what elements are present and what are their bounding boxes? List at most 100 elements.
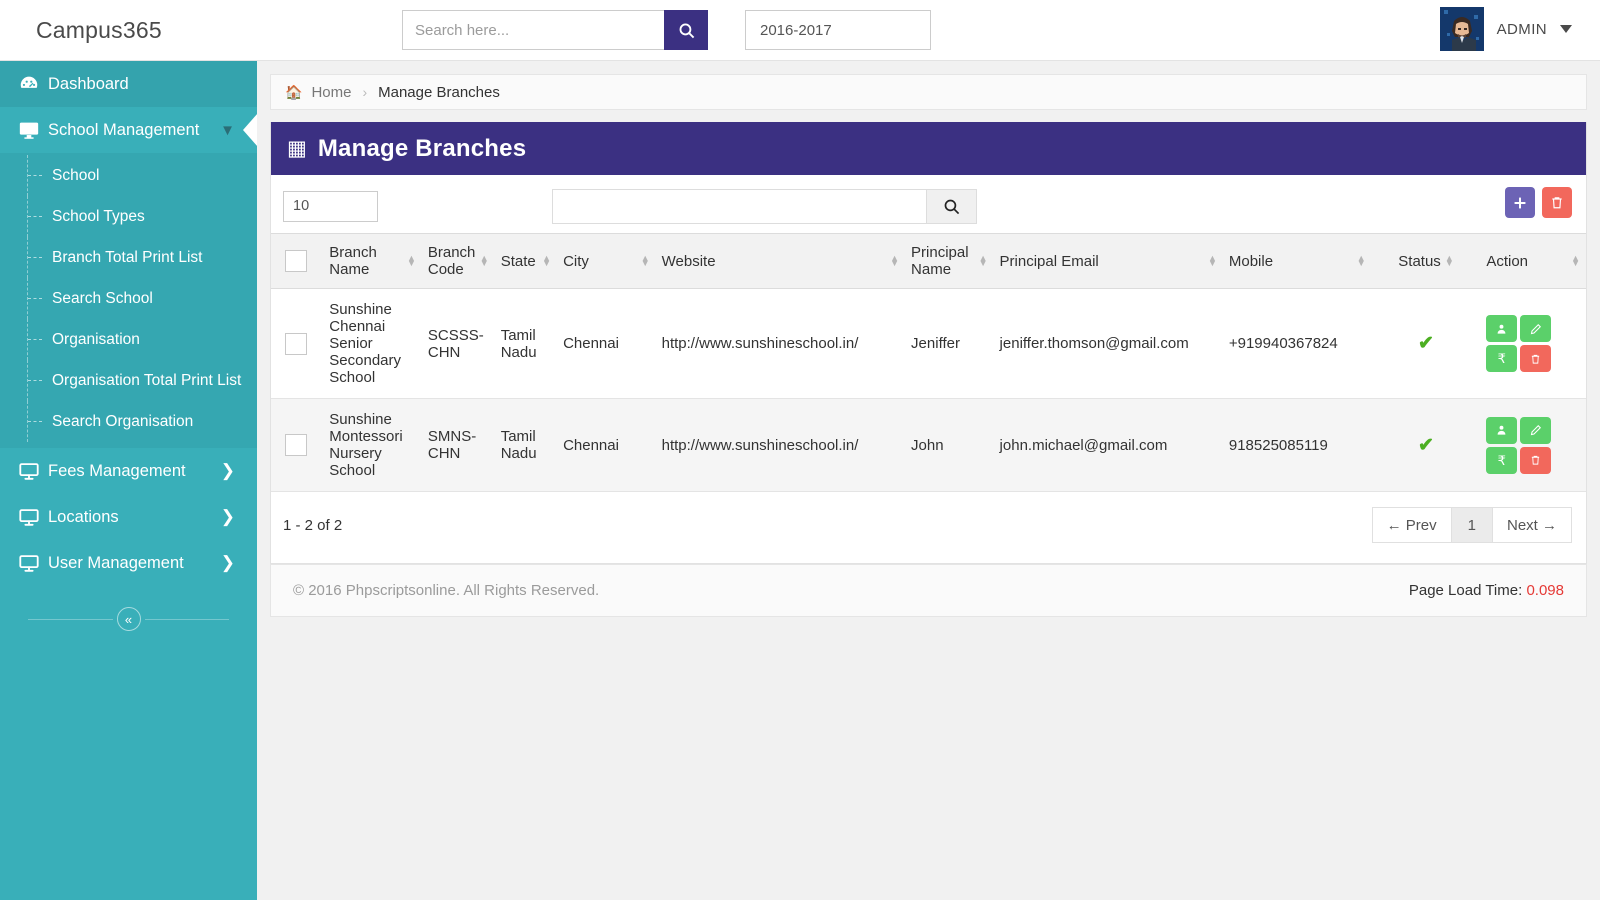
user-avatar-icon — [1439, 7, 1484, 51]
column-website[interactable]: Website ▲ ▼ — [655, 233, 906, 289]
row-checkbox[interactable] — [285, 332, 307, 355]
dashboard-gauge-icon — [18, 73, 48, 95]
edit-pencil-icon — [1530, 424, 1541, 436]
column-branch-name[interactable]: Branch Name ▲ ▼ — [323, 233, 422, 289]
edit-pencil-icon — [1530, 323, 1541, 334]
sidebar-collapse-row: « — [0, 602, 257, 636]
column-city[interactable]: City ▲ ▼ — [557, 233, 656, 289]
status-badge: ✔ — [1371, 398, 1481, 492]
table-body: Sunshine Chennai Senior Secondary School… — [271, 288, 1586, 492]
trash-icon — [1552, 197, 1562, 209]
collapse-double-left-icon[interactable]: « — [116, 607, 141, 631]
column-label: Branch Code — [427, 244, 476, 278]
panel-header: ▦ Manage Branches — [271, 122, 1586, 175]
top-navbar: Campus365 2016-2017 — [0, 0, 1600, 61]
sidebar-subitem-search-school[interactable]: Search School — [0, 278, 257, 319]
sidebar-subitem-label: School Types — [52, 207, 145, 225]
sidebar-item-user-management[interactable]: User Management ❯ — [0, 540, 257, 586]
column-principal-name[interactable]: Principal Name ▲ ▼ — [905, 233, 994, 289]
search-icon — [944, 199, 960, 214]
chevron-right-icon: ❯ — [220, 553, 235, 572]
column-status[interactable]: Status ▲ ▼ — [1371, 233, 1481, 289]
page-footer: © 2016 Phpscriptsonline. All Rights Rese… — [270, 564, 1587, 617]
page-length-value: 10 — [293, 198, 310, 214]
dash-marker-icon — [28, 339, 42, 340]
row-checkbox[interactable] — [285, 434, 307, 456]
sidebar-item-fees-management[interactable]: Fees Management ❯ — [0, 448, 257, 494]
cell-state: Tamil Nadu — [494, 398, 558, 492]
sidebar-item-dashboard[interactable]: Dashboard — [0, 61, 257, 107]
column-branch-code[interactable]: Branch Code ▲ ▼ — [421, 233, 495, 289]
sort-arrows-icon: ▲ ▼ — [978, 253, 988, 268]
user-icon — [1497, 425, 1506, 435]
column-label: City — [563, 252, 589, 270]
row-select-cell — [271, 288, 324, 399]
edit-button[interactable] — [1520, 315, 1552, 342]
user-menu[interactable]: ADMIN — [1439, 7, 1572, 51]
sidebar-subitem-label: Search School — [52, 289, 153, 307]
cell-branch-name: Sunshine Chennai Senior Secondary School — [323, 288, 422, 399]
add-branch-button[interactable] — [1505, 187, 1535, 218]
page-load-time-label: Page Load Time: — [1408, 582, 1523, 599]
chevron-down-icon: ▼ — [220, 121, 235, 139]
page-length-select[interactable]: 10 — [283, 190, 378, 222]
sidebar-subitem-school[interactable]: School — [0, 155, 257, 196]
assign-user-button[interactable] — [1486, 416, 1518, 444]
edit-button[interactable] — [1520, 416, 1552, 444]
sidebar-item-locations[interactable]: Locations ❯ — [0, 494, 257, 540]
dash-marker-icon — [28, 421, 42, 422]
column-principal-email[interactable]: Principal Email ▲ ▼ — [993, 233, 1223, 289]
search-button[interactable] — [664, 10, 708, 50]
datatable-footer: 1 - 2 of 2 ← Prev 1 Next → — [271, 492, 1586, 563]
toolbar-actions — [1505, 187, 1572, 218]
datatable-search-input[interactable] — [552, 188, 927, 224]
delete-row-button[interactable] — [1520, 446, 1552, 474]
user-icon — [1497, 324, 1506, 334]
cell-website[interactable]: http://www.sunshineschool.in/ — [655, 398, 906, 492]
assign-user-button[interactable] — [1486, 315, 1518, 342]
sidebar-subitem-branch-total-print-list[interactable]: Branch Total Print List — [0, 237, 257, 278]
table-grid-icon: ▦ — [287, 137, 307, 160]
app-brand[interactable]: Campus365 — [0, 17, 257, 44]
page-load-time: Page Load Time: 0.098 — [1409, 582, 1564, 599]
cell-city: Chennai — [557, 398, 656, 492]
select-all-checkbox[interactable] — [285, 250, 307, 272]
row-action-group: ₹ — [1486, 416, 1552, 474]
column-mobile[interactable]: Mobile ▲ ▼ — [1222, 233, 1372, 289]
trash-icon — [1532, 354, 1540, 364]
dash-marker-icon — [28, 298, 42, 299]
fees-button[interactable]: ₹ — [1486, 345, 1518, 372]
copyright-text: © 2016 Phpscriptsonline. All Rights Rese… — [293, 582, 600, 599]
sidebar-item-school-management[interactable]: School Management ▼ — [0, 107, 258, 153]
sidebar-subitem-organisation[interactable]: Organisation — [0, 319, 257, 360]
prev-page-button[interactable]: ← Prev — [1371, 507, 1452, 543]
academic-year-value: 2016-2017 — [760, 21, 832, 39]
fees-button[interactable]: ₹ — [1486, 446, 1518, 474]
datatable-search-button[interactable] — [927, 188, 977, 224]
delete-selected-button[interactable] — [1542, 187, 1572, 218]
sort-arrows-icon: ▲ ▼ — [406, 253, 416, 268]
cell-website[interactable]: http://www.sunshineschool.in/ — [655, 288, 906, 399]
column-label: Action — [1486, 252, 1529, 270]
column-label: State — [500, 252, 536, 270]
divider — [28, 618, 113, 620]
row-action-group: ₹ — [1486, 315, 1552, 372]
page-1-button[interactable]: 1 — [1450, 507, 1493, 543]
sidebar-subitem-school-types[interactable]: School Types — [0, 196, 257, 237]
sidebar-item-label: User Management — [48, 553, 184, 572]
rupee-fees-icon: ₹ — [1497, 452, 1506, 468]
column-label: Mobile — [1228, 252, 1274, 270]
check-icon: ✔ — [1418, 434, 1434, 456]
sidebar-subitem-label: Search Organisation — [52, 412, 194, 430]
sidebar-subitem-organisation-total-print-list[interactable]: Organisation Total Print List — [0, 360, 257, 401]
breadcrumb-home-link[interactable]: Home — [311, 84, 351, 101]
search-input[interactable] — [402, 10, 664, 50]
academic-year-select[interactable]: 2016-2017 — [745, 10, 931, 50]
sidebar-subitem-label: Organisation — [52, 330, 140, 348]
sidebar-subitem-search-organisation[interactable]: Search Organisation — [0, 401, 257, 442]
delete-row-button[interactable] — [1520, 345, 1552, 372]
plus-icon — [1514, 196, 1526, 209]
next-page-button[interactable]: Next → — [1491, 507, 1572, 543]
datatable-search — [552, 188, 977, 224]
column-state[interactable]: State ▲ ▼ — [494, 233, 558, 289]
